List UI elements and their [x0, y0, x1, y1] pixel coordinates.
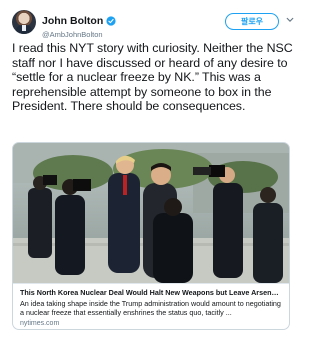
tweet-text: I read this NYT story with curiosity. Ne… [12, 41, 293, 113]
chevron-down-icon[interactable] [286, 16, 294, 24]
card-description: An idea taking shape inside the Trump ad… [20, 299, 281, 317]
card-image[interactable] [13, 143, 289, 283]
card-title[interactable]: This North Korea Nuclear Deal Would Halt… [20, 288, 282, 297]
display-name[interactable]: John Bolton [42, 15, 103, 27]
card-photo [13, 143, 289, 283]
follow-button[interactable]: 팔로우 [225, 13, 279, 30]
verified-badge-icon [106, 16, 116, 26]
display-name-row: John Bolton [42, 15, 116, 27]
link-card[interactable]: This North Korea Nuclear Deal Would Halt… [12, 142, 290, 330]
user-handle[interactable]: @AmbJohnBolton [42, 30, 116, 40]
card-meta[interactable]: This North Korea Nuclear Deal Would Halt… [13, 283, 289, 329]
avatar-collar [22, 25, 26, 31]
card-domain: nytimes.com [20, 320, 60, 327]
tweet: John Bolton @AmbJohnBolton 팔로우 I read th… [0, 0, 300, 339]
avatar[interactable] [12, 10, 36, 34]
user-info: John Bolton @AmbJohnBolton [42, 11, 116, 40]
